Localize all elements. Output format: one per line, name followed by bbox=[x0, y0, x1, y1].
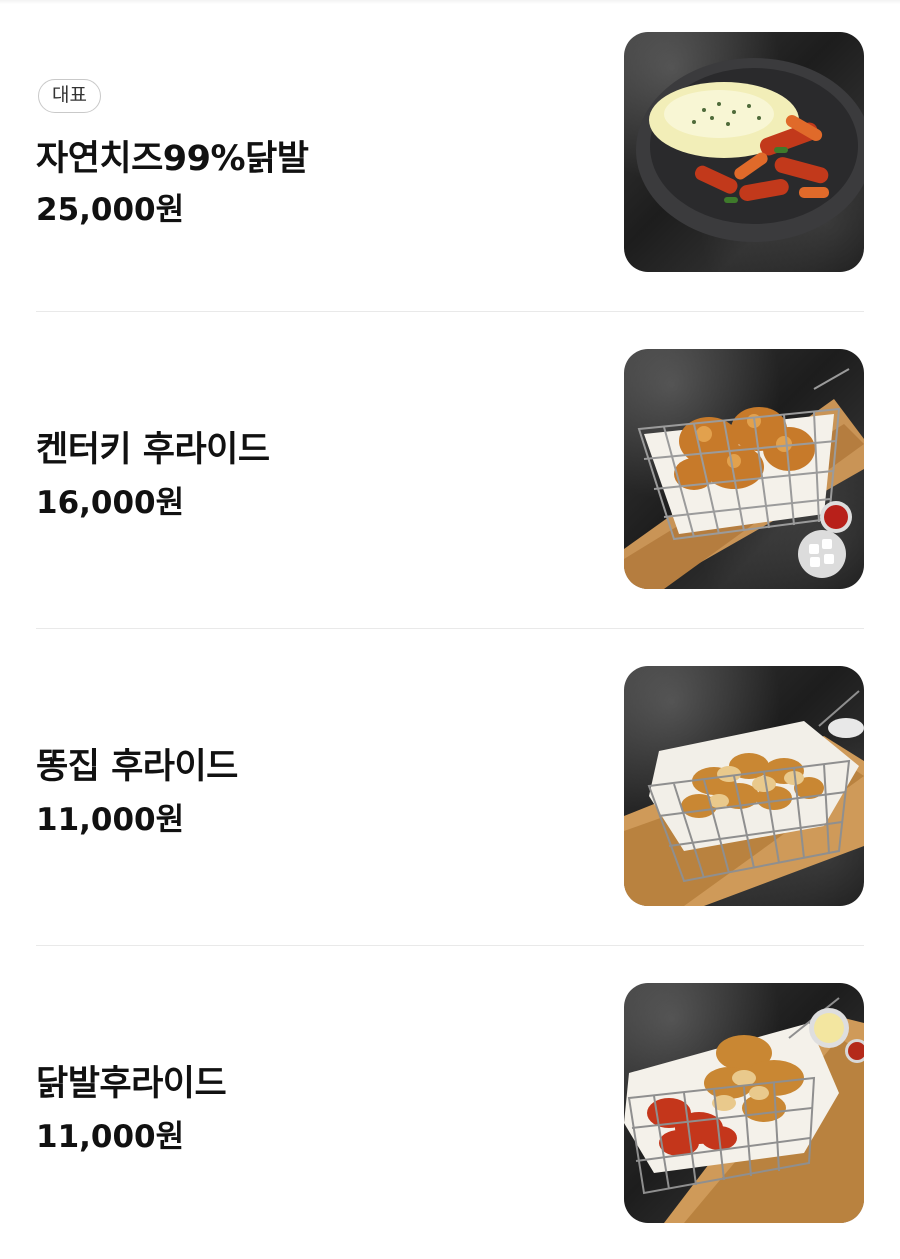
menu-item-name: 켄터키 후라이드 bbox=[36, 430, 270, 470]
menu-item-info: 대표 자연치즈99%닭발 25,000원 bbox=[36, 32, 596, 274]
menu-item[interactable]: 닭발후라이드 11,000원 bbox=[36, 983, 864, 1225]
menu-item-price: 11,000원 bbox=[36, 802, 185, 838]
divider bbox=[36, 628, 864, 629]
cheese-spicy-chicken-feet-dish-icon[interactable] bbox=[624, 32, 864, 272]
menu-item[interactable]: 켄터키 후라이드 16,000원 bbox=[36, 349, 864, 591]
menu-item-price: 11,000원 bbox=[36, 1119, 185, 1155]
divider bbox=[36, 311, 864, 312]
menu-item-price: 16,000원 bbox=[36, 485, 185, 521]
menu-item-name: 똥집 후라이드 bbox=[36, 747, 238, 787]
fried-chicken-feet-basket-icon[interactable] bbox=[624, 983, 864, 1223]
top-shadow bbox=[0, 0, 900, 4]
menu-item-info: 켄터키 후라이드 16,000원 bbox=[36, 349, 596, 591]
menu-item-name: 자연치즈99%닭발 bbox=[36, 139, 309, 179]
signature-badge: 대표 bbox=[38, 79, 101, 113]
divider bbox=[36, 945, 864, 946]
menu-item-info: 닭발후라이드 11,000원 bbox=[36, 983, 596, 1225]
menu-item-price: 25,000원 bbox=[36, 192, 185, 228]
menu-item-name: 닭발후라이드 bbox=[36, 1064, 227, 1104]
fried-gizzard-basket-icon[interactable] bbox=[624, 666, 864, 906]
menu-item[interactable]: 대표 자연치즈99%닭발 25,000원 bbox=[36, 32, 864, 274]
menu-item-info: 똥집 후라이드 11,000원 bbox=[36, 666, 596, 908]
menu-item[interactable]: 똥집 후라이드 11,000원 bbox=[36, 666, 864, 908]
fried-chicken-basket-icon[interactable] bbox=[624, 349, 864, 589]
